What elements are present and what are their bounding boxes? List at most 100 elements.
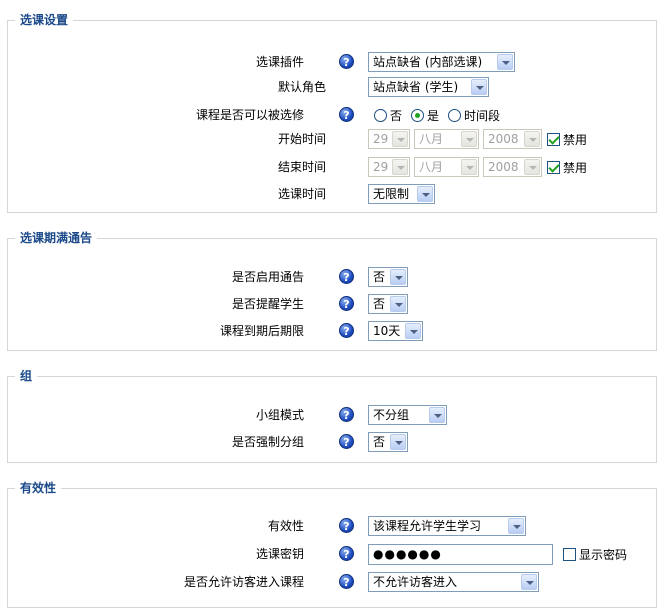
help-icon[interactable]: ? xyxy=(339,269,354,284)
notify-label: 是否启用通告 xyxy=(231,270,304,284)
select-value: 10天 xyxy=(373,324,401,338)
notify-select[interactable]: 否 xyxy=(368,267,408,287)
groups-section: 组 小组模式 ? 不分组 是否强制分组 ? 否 xyxy=(7,368,657,463)
guest-select[interactable]: 不允许访客进入 xyxy=(368,572,539,592)
select-value: 该课程允许学生学习 xyxy=(373,519,482,533)
select-value: 不允许访客进入 xyxy=(373,575,458,589)
end-disable-label: 禁用 xyxy=(563,160,588,175)
guest-label: 是否允许访客进入课程 xyxy=(183,575,304,589)
role-label: 默认角色 xyxy=(277,80,326,94)
plugin-row: 选课插件 ? 站点缺省 (内部选课) xyxy=(8,51,656,73)
select-value: 2008 xyxy=(488,160,519,174)
notify-row: 是否启用通告 ? 否 xyxy=(8,266,656,288)
end-month-select[interactable]: 八月 xyxy=(414,157,479,177)
period-select[interactable]: 无限制 xyxy=(368,184,435,204)
select-value: 29 xyxy=(373,132,389,146)
radio-period[interactable] xyxy=(448,108,462,122)
select-value: 站点缺省 (学生) xyxy=(373,80,459,94)
chevron-down-icon xyxy=(392,159,408,175)
enrol-key-row: 选课密钥 ? ●●●●●● 显示密码 xyxy=(8,543,656,565)
chevron-down-icon xyxy=(390,296,406,312)
select-value: 无限制 xyxy=(373,187,410,201)
chevron-down-icon xyxy=(429,407,445,423)
select-value: 八月 xyxy=(419,160,444,174)
select-value: 站点缺省 (内部选课) xyxy=(373,55,483,69)
key-label: 选课密钥 xyxy=(255,547,304,561)
end-day-select[interactable]: 29 xyxy=(368,157,410,177)
select-value: 2008 xyxy=(488,132,519,146)
chevron-down-icon xyxy=(461,131,477,147)
chevron-down-icon xyxy=(405,323,421,339)
chevron-down-icon xyxy=(390,434,406,450)
start-year-select[interactable]: 2008 xyxy=(483,129,542,149)
help-icon[interactable]: ? xyxy=(339,323,354,338)
help-icon[interactable]: ? xyxy=(339,546,354,561)
guest-row: 是否允许访客进入课程 ? 不允许访客进入 xyxy=(8,571,656,593)
plugin-label: 选课插件 xyxy=(255,55,304,69)
remind-select[interactable]: 否 xyxy=(368,294,408,314)
chevron-down-icon xyxy=(508,518,524,534)
chevron-down-icon xyxy=(524,159,540,175)
help-icon[interactable]: ? xyxy=(339,574,354,589)
remind-row: 是否提醒学生 ? 否 xyxy=(8,293,656,315)
help-icon[interactable]: ? xyxy=(339,107,354,122)
chevron-down-icon xyxy=(497,54,513,70)
end-disable-checkbox[interactable] xyxy=(547,160,560,174)
help-icon[interactable]: ? xyxy=(339,296,354,311)
enrollable-row: 课程是否可以被选修 ? 否 是 时间段 xyxy=(8,104,656,126)
threshold-select[interactable]: 10天 xyxy=(368,321,423,341)
radio-no-label: 否 xyxy=(390,108,403,123)
enrollable-label: 课程是否可以被选修 xyxy=(195,108,304,122)
section-legend: 组 xyxy=(15,368,38,384)
select-value: 否 xyxy=(373,297,386,311)
visible-label: 有效性 xyxy=(267,519,304,533)
threshold-row: 课程到期后期限 ? 10天 xyxy=(8,320,656,342)
period-row: 选课时间 无限制 xyxy=(8,183,656,205)
period-label: 选课时间 xyxy=(277,187,326,201)
chevron-down-icon xyxy=(417,186,433,202)
select-value: 否 xyxy=(373,270,386,284)
chevron-down-icon xyxy=(392,131,408,147)
chevron-down-icon xyxy=(524,131,540,147)
chevron-down-icon xyxy=(521,574,537,590)
visible-select[interactable]: 该课程允许学生学习 xyxy=(368,516,526,536)
start-date-row: 开始时间 29 八月 2008 禁用 xyxy=(8,128,656,150)
visible-row: 有效性 ? 该课程允许学生学习 xyxy=(8,515,656,537)
show-password-label: 显示密码 xyxy=(579,547,628,562)
role-select[interactable]: 站点缺省 (学生) xyxy=(368,77,489,97)
groupmode-select[interactable]: 不分组 xyxy=(368,405,447,425)
radio-yes-label: 是 xyxy=(427,108,440,123)
start-day-select[interactable]: 29 xyxy=(368,129,410,149)
expiry-notify-section: 选课期满通告 是否启用通告 ? 否 是否提醒学生 ? 否 课程到期后期限 ? 1… xyxy=(7,230,657,351)
remind-label: 是否提醒学生 xyxy=(231,297,304,311)
select-value: 不分组 xyxy=(373,408,410,422)
select-value: 八月 xyxy=(419,132,444,146)
section-legend: 选课期满通告 xyxy=(15,230,98,246)
chevron-down-icon xyxy=(390,269,406,285)
force-select[interactable]: 否 xyxy=(368,432,408,452)
plugin-select[interactable]: 站点缺省 (内部选课) xyxy=(368,52,515,72)
help-icon[interactable]: ? xyxy=(339,518,354,533)
help-icon[interactable]: ? xyxy=(339,407,354,422)
start-month-select[interactable]: 八月 xyxy=(414,129,479,149)
force-group-row: 是否强制分组 ? 否 xyxy=(8,431,656,453)
help-icon[interactable]: ? xyxy=(339,54,354,69)
availability-section: 有效性 有效性 ? 该课程允许学生学习 选课密钥 ? ●●●●●● 显示密码 是… xyxy=(7,480,657,608)
help-icon[interactable]: ? xyxy=(339,434,354,449)
threshold-label: 课程到期后期限 xyxy=(219,324,304,338)
groupmode-row: 小组模式 ? 不分组 xyxy=(8,404,656,426)
enrol-key-input[interactable]: ●●●●●● xyxy=(368,543,553,565)
end-year-select[interactable]: 2008 xyxy=(483,157,542,177)
chevron-down-icon xyxy=(461,159,477,175)
select-value: 否 xyxy=(373,435,386,449)
groupmode-label: 小组模式 xyxy=(255,408,304,422)
start-label: 开始时间 xyxy=(277,132,326,146)
section-legend: 选课设置 xyxy=(15,12,74,28)
radio-yes[interactable] xyxy=(411,108,425,122)
chevron-down-icon xyxy=(471,79,487,95)
show-password-checkbox[interactable] xyxy=(563,547,576,561)
radio-no[interactable] xyxy=(374,108,387,122)
start-disable-checkbox[interactable] xyxy=(547,132,560,146)
section-legend: 有效性 xyxy=(15,480,62,496)
radio-period-label: 时间段 xyxy=(464,108,501,123)
